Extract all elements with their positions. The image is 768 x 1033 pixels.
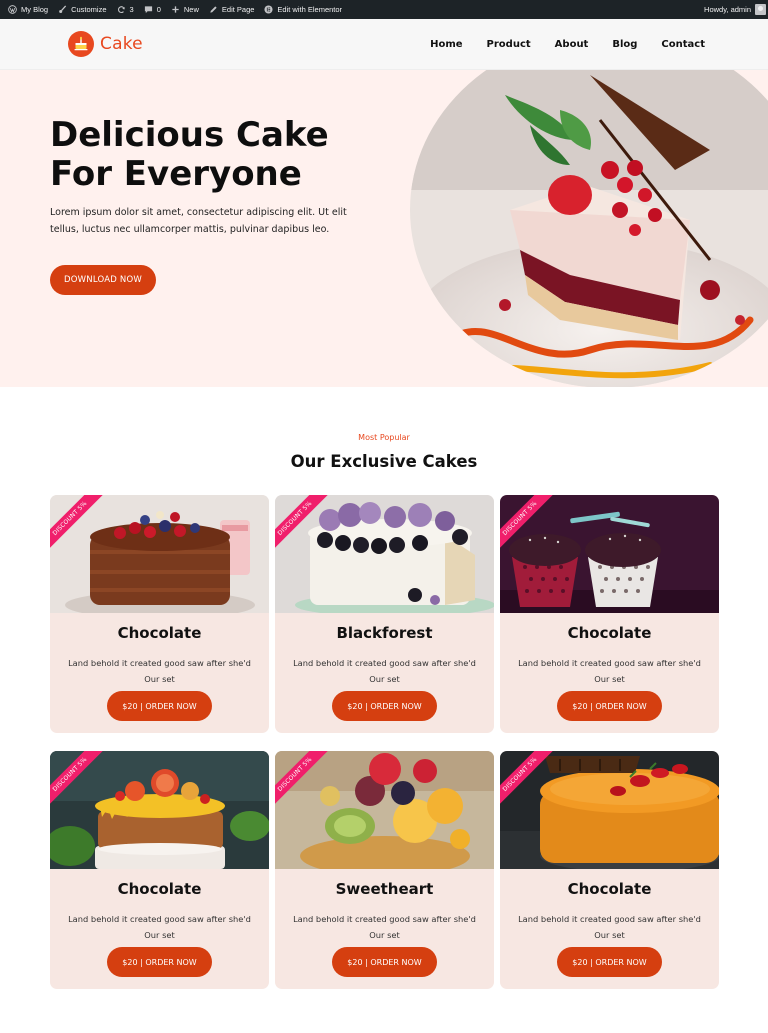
nav-blog[interactable]: Blog (612, 39, 637, 50)
product-title: Chocolate (567, 880, 652, 898)
admin-comments-count: 0 (156, 5, 161, 14)
product-card: DISCOUNT 5% Sweetheart Land behold it cr… (275, 751, 494, 989)
elementor-icon (264, 5, 273, 14)
admin-edit-page-label: Edit Page (221, 5, 255, 14)
order-now-button[interactable]: $20 | ORDER NOW (557, 947, 662, 977)
hero-title: Delicious Cake For Everyone (50, 115, 329, 194)
avatar (755, 4, 766, 15)
order-now-button[interactable]: $20 | ORDER NOW (332, 691, 437, 721)
admin-customize-label: Customize (71, 5, 107, 14)
nav-home[interactable]: Home (430, 39, 462, 50)
product-description: Land behold it created good saw after sh… (518, 658, 701, 684)
product-title: Chocolate (117, 624, 202, 642)
cake-logo-icon (68, 31, 94, 57)
product-description: Land behold it created good saw after sh… (293, 658, 476, 684)
product-card: DISCOUNT 5% Chocolate Land behold it cre… (50, 751, 269, 989)
admin-customize[interactable]: Customize (53, 0, 111, 19)
product-card: DISCOUNT 5% Chocolate Land behold it cre… (500, 751, 719, 989)
product-image[interactable]: DISCOUNT 5% (50, 495, 269, 613)
hero-cake-image (410, 70, 768, 387)
brush-icon (58, 5, 67, 14)
product-description: Land behold it created good saw after sh… (293, 914, 476, 940)
order-now-button[interactable]: $20 | ORDER NOW (332, 947, 437, 977)
admin-new-label: New (183, 5, 199, 14)
product-description: Land behold it created good saw after sh… (68, 914, 251, 940)
main-nav: Home Product About Blog Contact (430, 19, 705, 70)
order-now-button[interactable]: $20 | ORDER NOW (107, 947, 212, 977)
section-eyebrow: Most Popular (358, 433, 410, 442)
order-now-button[interactable]: $20 | ORDER NOW (557, 691, 662, 721)
hero-section: Delicious Cake For Everyone Lorem ipsum … (0, 70, 768, 387)
wordpress-icon (8, 5, 17, 14)
order-now-button[interactable]: $20 | ORDER NOW (107, 691, 212, 721)
product-title: Chocolate (117, 880, 202, 898)
product-title: Chocolate (567, 624, 652, 642)
product-image[interactable]: DISCOUNT 5% (275, 495, 494, 613)
product-image[interactable]: DISCOUNT 5% (500, 495, 719, 613)
updates-icon (117, 5, 126, 14)
logo-text: Cake (100, 34, 143, 54)
product-description: Land behold it created good saw after sh… (518, 914, 701, 940)
plus-icon (171, 5, 180, 14)
product-description: Land behold it created good saw after sh… (68, 658, 251, 684)
admin-updates[interactable]: 3 (112, 0, 139, 19)
comment-icon (144, 5, 153, 14)
product-image[interactable]: DISCOUNT 5% (500, 751, 719, 869)
admin-my-blog-label: My Blog (21, 5, 49, 14)
admin-edit-elementor-label: Edit with Elementor (277, 5, 343, 14)
pencil-icon (209, 5, 218, 14)
admin-edit-page[interactable]: Edit Page (204, 0, 260, 19)
admin-greeting: Howdy, admin (704, 5, 751, 14)
product-title: Blackforest (336, 624, 433, 642)
product-card: DISCOUNT 5% Chocolate Land behold it cre… (50, 495, 269, 733)
product-image[interactable]: DISCOUNT 5% (275, 751, 494, 869)
nav-about[interactable]: About (555, 39, 589, 50)
admin-updates-count: 3 (129, 5, 134, 14)
product-image[interactable]: DISCOUNT 5% (50, 751, 269, 869)
site-logo[interactable]: Cake (68, 31, 143, 57)
site-header: Cake Home Product About Blog Contact (0, 19, 768, 70)
admin-new[interactable]: New (166, 0, 204, 19)
hero-text: Lorem ipsum dolor sit amet, consectetur … (50, 207, 347, 235)
nav-product[interactable]: Product (487, 39, 531, 50)
admin-account[interactable]: Howdy, admin (704, 4, 768, 15)
product-card: DISCOUNT 5% Blackforest Land behold it c… (275, 495, 494, 733)
admin-my-blog[interactable]: My Blog (0, 0, 53, 19)
download-now-button[interactable]: DOWNLOAD NOW (50, 265, 156, 295)
admin-bar: My Blog Customize 3 0 New Edit Page Edit… (0, 0, 768, 19)
admin-edit-elementor[interactable]: Edit with Elementor (259, 0, 347, 19)
section-title: Our Exclusive Cakes (290, 452, 478, 471)
admin-comments[interactable]: 0 (139, 0, 166, 19)
product-card: DISCOUNT 5% Chocolate Land behold it cre… (500, 495, 719, 733)
nav-contact[interactable]: Contact (661, 39, 705, 50)
product-title: Sweetheart (335, 880, 434, 898)
